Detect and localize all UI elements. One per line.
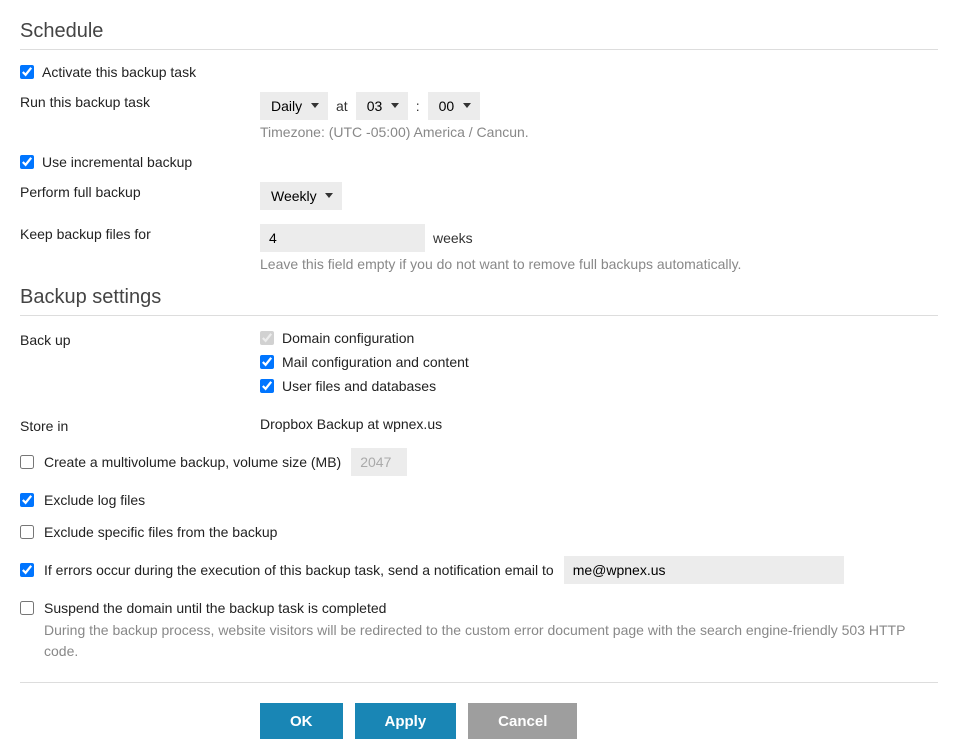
multivolume-size-input <box>351 448 407 476</box>
incremental-label: Use incremental backup <box>42 154 192 170</box>
exclude-specific-label: Exclude specific files from the backup <box>44 524 277 540</box>
at-label: at <box>336 98 348 114</box>
minute-select[interactable]: 00 <box>428 92 480 120</box>
hour-select[interactable]: 03 <box>356 92 408 120</box>
exclude-specific-checkbox[interactable] <box>20 525 34 539</box>
schedule-title: Schedule <box>20 20 938 50</box>
apply-button[interactable]: Apply <box>355 703 457 739</box>
mail-config-label: Mail configuration and content <box>282 354 469 370</box>
activate-label: Activate this backup task <box>42 64 196 80</box>
keep-files-label: Keep backup files for <box>20 224 260 242</box>
multivolume-checkbox[interactable] <box>20 455 34 469</box>
exclude-log-label: Exclude log files <box>44 492 145 508</box>
suspend-help: During the backup process, website visit… <box>44 620 938 662</box>
run-task-label: Run this backup task <box>20 92 260 110</box>
backup-settings-title: Backup settings <box>20 286 938 316</box>
domain-config-label: Domain configuration <box>282 330 414 346</box>
suspend-checkbox[interactable] <box>20 601 34 615</box>
multivolume-label: Create a multivolume backup, volume size… <box>44 454 341 470</box>
full-backup-label: Perform full backup <box>20 182 260 200</box>
keep-weeks-input[interactable] <box>260 224 425 252</box>
incremental-checkbox[interactable] <box>20 155 34 169</box>
notify-errors-label: If errors occur during the execution of … <box>44 562 554 578</box>
notify-email-input[interactable] <box>564 556 844 584</box>
user-files-label: User files and databases <box>282 378 436 394</box>
frequency-select[interactable]: Daily <box>260 92 328 120</box>
activate-checkbox[interactable] <box>20 65 34 79</box>
store-in-value: Dropbox Backup at wpnex.us <box>260 416 442 432</box>
suspend-label: Suspend the domain until the backup task… <box>44 600 386 616</box>
colon-label: : <box>416 98 420 114</box>
domain-config-checkbox[interactable] <box>260 331 274 345</box>
full-backup-frequency-select[interactable]: Weekly <box>260 182 342 210</box>
backup-label: Back up <box>20 330 260 348</box>
mail-config-checkbox[interactable] <box>260 355 274 369</box>
ok-button[interactable]: OK <box>260 703 343 739</box>
exclude-log-checkbox[interactable] <box>20 493 34 507</box>
cancel-button[interactable]: Cancel <box>468 703 577 739</box>
timezone-note: Timezone: (UTC -05:00) America / Cancun. <box>260 124 938 140</box>
user-files-checkbox[interactable] <box>260 379 274 393</box>
keep-note: Leave this field empty if you do not wan… <box>260 256 938 272</box>
divider <box>20 682 938 683</box>
notify-errors-checkbox[interactable] <box>20 563 34 577</box>
keep-unit-label: weeks <box>433 230 473 246</box>
store-in-label: Store in <box>20 416 260 434</box>
